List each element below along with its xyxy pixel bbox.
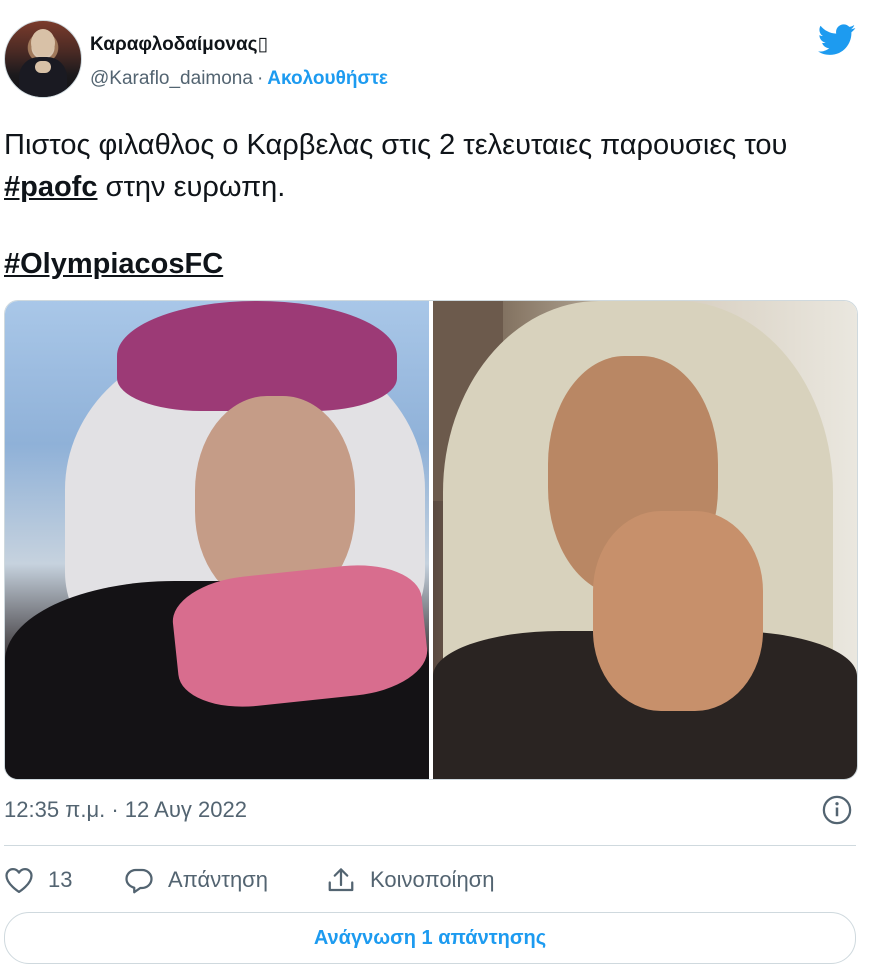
divider bbox=[4, 845, 856, 846]
photo-right[interactable] bbox=[433, 301, 857, 779]
follow-link[interactable]: Ακολουθήστε bbox=[267, 68, 388, 89]
tweet-card: Καραφλοδαίμονας▯ @Karaflo_daimona · Ακολου… bbox=[0, 0, 880, 971]
share-button[interactable]: Κοινοποίηση bbox=[326, 862, 495, 898]
tweet-text-line: Πιστος φιλαθλος ο Καρβελας στις 2 τελευτ… bbox=[4, 124, 864, 208]
reply-button[interactable]: Απάντηση bbox=[124, 862, 268, 898]
reply-label: Απάντηση bbox=[168, 867, 268, 892]
author-handle[interactable]: @Karaflo_daimona bbox=[90, 68, 253, 89]
read-replies-button[interactable]: Ανάγνωση 1 απάντησης bbox=[4, 912, 856, 964]
like-button[interactable]: 13 bbox=[4, 862, 72, 898]
tweet-text: Πιστος φιλαθλος ο Καρβελας στις 2 τελευτ… bbox=[4, 124, 864, 285]
hashtag-paofc[interactable]: #paofc bbox=[4, 171, 97, 203]
separator-dot: · bbox=[256, 68, 264, 89]
tweet-timestamp[interactable]: 12:35 π.μ. · 12 Αυγ 2022 bbox=[4, 797, 247, 823]
like-count: 13 bbox=[48, 867, 73, 892]
avatar[interactable] bbox=[4, 20, 82, 98]
twitter-bird-icon[interactable] bbox=[818, 24, 856, 56]
tweet-text-part2: στην ευρωπη. bbox=[97, 171, 286, 203]
share-label: Κοινοποίηση bbox=[370, 867, 495, 892]
info-icon[interactable] bbox=[822, 795, 852, 825]
author-display-name[interactable]: Καραφλοδαίμονας▯ bbox=[90, 33, 268, 56]
hashtag-olympiacosfc[interactable]: #OlympiacosFC bbox=[4, 248, 223, 280]
author-handle-row: @Karaflo_daimona · Ακολουθήστε bbox=[90, 68, 388, 90]
tweet-tag-line: #OlympiacosFC bbox=[4, 243, 864, 285]
reply-icon bbox=[125, 868, 153, 894]
tweet-media bbox=[4, 300, 858, 780]
share-icon bbox=[328, 868, 354, 892]
tweet-text-part1: Πιστος φιλαθλος ο Καρβελας στις 2 τελευτ… bbox=[4, 129, 788, 161]
heart-icon bbox=[5, 868, 33, 893]
photo-left[interactable] bbox=[5, 301, 429, 779]
